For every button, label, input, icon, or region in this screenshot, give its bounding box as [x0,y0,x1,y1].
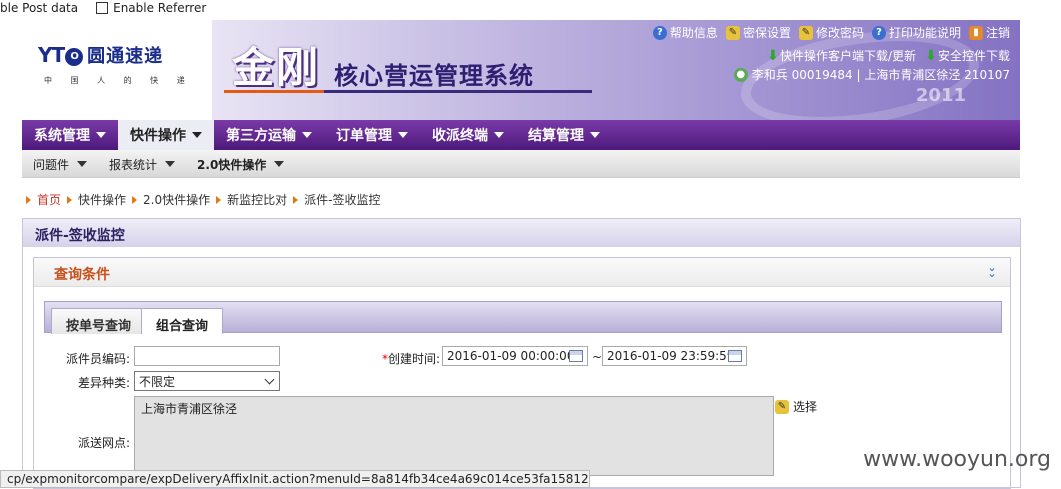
header-links: ? 帮助信息 ✎ 密保设置 ✎ 修改密码 ? 打印功能说明 ▮ 注销 [652,24,1010,41]
delivery-station-textarea[interactable]: 上海市青浦区徐泾 [134,396,774,476]
chevron-down-icon [165,161,176,167]
breadcrumb-item[interactable]: 新监控比对 [227,191,287,208]
download-arrow-icon: ⬇ [767,48,779,64]
security-settings-link[interactable]: ✎ 密保设置 [725,24,791,41]
courier-code-input[interactable] [134,346,280,366]
nav-system-management[interactable]: 系统管理 [22,120,118,150]
breadcrumb-arrow-icon [132,195,138,204]
breadcrumb-arrow-icon [293,195,299,204]
help-link[interactable]: ? 帮助信息 [652,24,718,41]
title-underline [224,90,592,93]
download-links: ⬇快件操作客户端下载/更新 ⬇安全控件下载 [766,47,1010,64]
user-icon: ● [733,67,748,82]
collapse-icon[interactable]: ⌄ ⌄ [986,262,998,279]
system-title: 金刚 核心营运管理系统 [232,34,534,95]
breadcrumb-arrow-icon [26,195,31,204]
referrer-option[interactable]: Enable Referrer [96,1,206,15]
diff-type-label: 差异种类: [77,376,130,390]
start-time-input[interactable]: 2016-01-09 00:00:00 [442,346,588,366]
security-control-download-link[interactable]: ⬇安全控件下载 [924,47,1010,64]
calendar-icon[interactable] [728,350,742,362]
chevron-down-icon [96,132,106,138]
client-download-link[interactable]: ⬇快件操作客户端下载/更新 [766,47,916,64]
watermark: www.wooyun.org [863,447,1051,472]
download-arrow-icon: ⬇ [925,48,937,64]
query-conditions-title: 查询条件 ⌄ ⌄ [34,258,1010,287]
print-help-link[interactable]: ? 打印功能说明 [871,24,961,41]
edit-icon: ✎ [725,25,740,40]
subnav-express-2[interactable]: 2.0快件操作 [186,150,295,178]
logo-mark: YT O [38,43,84,67]
breadcrumb-current: 派件-签收监控 [304,193,381,207]
browser-status-url: cp/expmonitorcompare/expDeliveryAffixIni… [0,470,590,488]
edit-icon: ✎ [798,25,813,40]
primary-nav: 系统管理 快件操作 第三方运输 订单管理 收派终端 结算管理 [22,120,1020,150]
user-info-text: 李和兵 00019484 | 上海市青浦区徐泾 210107 [751,68,1010,82]
panel-title: 派件-签收监控 [23,219,1020,247]
chevron-down-icon [192,132,202,138]
breadcrumb-arrow-icon [67,195,73,204]
subnav-reports[interactable]: 报表统计 [98,150,186,178]
enable-referrer-label: Enable Referrer [113,1,207,15]
subnav-problem-items[interactable]: 问题件 [22,150,98,178]
breadcrumb-arrow-icon [216,195,222,204]
secondary-nav: 问题件 报表统计 2.0快件操作 [22,150,1020,178]
tab-by-number[interactable]: 按单号查询 [51,308,147,334]
post-data-option[interactable]: ble Post data [0,1,78,15]
user-info: ● 李和兵 00019484 | 上海市青浦区徐泾 210107 [733,66,1010,83]
nav-order-management[interactable]: 订单管理 [324,120,420,150]
banner-year: 2011 [915,85,966,106]
logout-link[interactable]: ▮ 注销 [968,24,1010,41]
chevron-down-icon [77,161,88,167]
chevron-down-icon [264,374,275,385]
calendar-icon[interactable] [569,350,583,362]
chevron-down-icon [590,132,600,138]
breadcrumb-item[interactable]: 快件操作 [78,191,126,208]
chevron-down-icon [302,132,312,138]
browser-option-bar: ble Post data Enable Referrer [0,0,1061,16]
time-range-separator: ~ [591,350,602,364]
company-logo: YT O 圆通速递 [38,42,163,68]
nav-third-party-transport[interactable]: 第三方运输 [214,120,324,150]
logo-slogan: 中 国 人 的 快 递 [44,76,193,85]
change-password-link[interactable]: ✎ 修改密码 [798,24,864,41]
created-time-label: *创建时间: [381,352,440,366]
query-tabs: 按单号查询 组合查询 [44,301,1002,334]
delivery-station-label: 派送网点: [77,436,130,450]
diff-type-select[interactable]: 不限定 [134,371,280,391]
nav-express-operation[interactable]: 快件操作 [118,120,214,150]
enable-referrer-checkbox[interactable] [96,2,109,14]
end-time-input[interactable]: 2016-01-09 23:59:59 [602,346,747,366]
chevron-down-icon [494,132,504,138]
chevron-down-icon [274,161,285,167]
post-data-label: ble Post data [0,1,79,15]
breadcrumb-item[interactable]: 2.0快件操作 [143,191,210,208]
help-icon: ? [871,25,886,40]
logout-icon: ▮ [968,25,983,40]
logo-name: 圆通速递 [87,46,164,67]
tab-combined-query[interactable]: 组合查询 [141,308,224,334]
app-header: YT O 圆通速递 中 国 人 的 快 递 金刚 核心营运管理系统 2011 ? 帮… [22,20,1020,120]
help-icon: ? [652,25,667,40]
select-station-button[interactable]: ✎ 选择 [775,398,817,415]
edit-icon: ✎ [775,399,789,414]
courier-code-label: 派件员编码: [65,352,130,366]
brand-title: 金刚 [232,43,321,92]
chevron-down-icon [398,132,408,138]
breadcrumb-home[interactable]: 首页 [37,191,61,208]
breadcrumb: 首页 快件操作 2.0快件操作 新监控比对 派件-签收监控 [26,191,380,208]
nav-pickup-terminal[interactable]: 收派终端 [420,120,516,150]
nav-settlement-management[interactable]: 结算管理 [516,120,612,150]
